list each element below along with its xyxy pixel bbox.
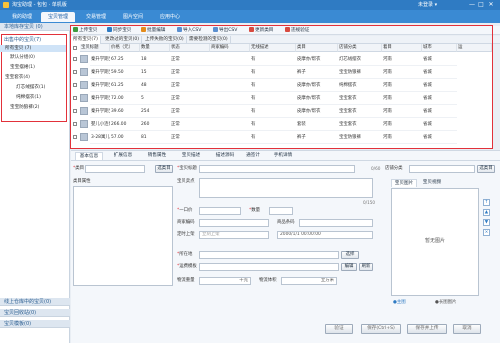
volume-label: 物流体积 [259,278,277,283]
editor-tab-description[interactable]: 宝贝描述 [177,152,205,160]
barcode-label: 商品条码 [277,220,295,225]
editor-tab-stats[interactable]: 通签计 [241,152,265,160]
minimize-button[interactable]: — [468,1,476,8]
selling-items-header[interactable]: 出售中的宝贝(7) [4,36,41,44]
item-template-header[interactable]: 宝贝模板(0) [0,320,70,328]
validate-button[interactable]: 验证 [325,324,353,334]
freight-template-label: 运费模板 [177,263,197,271]
shop-category-input[interactable] [409,165,475,173]
select-category-button[interactable]: 选类目 [155,165,173,173]
tree-item-all[interactable]: 所有宝贝 (7) [0,45,66,52]
category-attr-panel [73,186,173,286]
video-tab[interactable]: 宝贝视频 [419,179,445,187]
editor-tab-mobile[interactable]: 手机详情 [267,152,299,160]
user-menu[interactable]: 未登录 ▾ [418,1,437,8]
item-editor: 基本信息 扩展信息 销售属性 宝贝描述 描述源码 通签计 手机详情 类目 选类目… [71,150,500,343]
main-image-radio[interactable]: ●主图 [393,299,406,307]
app-logo-icon [3,2,9,8]
tree-item-cotton[interactable]: 纯棉摆衣(1) [0,94,66,101]
editor-tab-desc-source[interactable]: 描述源码 [211,152,239,160]
table-highlight [70,25,493,149]
location-label: 所在地 [177,251,192,259]
image-tab[interactable]: 宝贝图片 [391,179,417,187]
merchant-code-input[interactable] [199,219,269,227]
title-input[interactable] [199,165,355,173]
cancel-button[interactable]: 取消 [453,324,481,334]
shop-category-label: 店铺分类 [385,166,403,171]
tree-item-baby-suit[interactable]: 宝宝套衣(4) [0,74,66,81]
category-attr-label: 类目属性 [73,179,91,184]
location-input[interactable] [199,251,339,259]
tree-item-default-group[interactable]: 默认分组(0) [0,54,66,61]
editor-tab-extended[interactable]: 扩展信息 [109,152,137,160]
quantity-input[interactable] [269,207,293,215]
selling-point-char-count: 0/150 [363,200,376,205]
editor-tab-basic[interactable]: 基本信息 [75,152,103,160]
barcode-input[interactable] [299,219,373,227]
nav-tab-my-assistant[interactable]: 我的助理 [6,12,38,22]
volume-input[interactable]: 立方米 [281,277,337,285]
location-select-button[interactable]: 选择 [341,251,359,259]
price-input[interactable] [199,207,241,215]
price-label: 一口价 [177,207,192,215]
image-delete-icon[interactable]: × [483,229,490,236]
category-label: 类目 [73,165,84,173]
local-stock-header[interactable]: 本地库存宝贝 (0) [0,23,70,31]
quantity-label: 数量 [249,207,260,215]
shop-category-button[interactable]: 选类目 [477,165,495,173]
freight-template-select[interactable] [199,263,339,271]
close-button[interactable]: ✕ [487,1,495,8]
save-button[interactable]: 保存(Ctrl+S) [361,324,401,334]
no-image-text: 暂无图片 [424,238,445,244]
left-panel: 本地库存宝贝 (0) 出售中的宝贝(7) 所有宝贝 (7) 默认分组(0) 宝宝… [0,23,70,343]
tree-item-wolf-pants[interactable]: 宝宝防狼裤(2) [0,104,66,111]
long-image-radio[interactable]: ●长图图片 [435,299,456,307]
schedule-label: 定时上架 [177,232,195,237]
save-upload-button[interactable]: 保存并上传 [407,324,447,334]
tree-item-baby-skirt[interactable]: 宝宝摆裙(1) [0,64,66,71]
editor-tab-sales-attr[interactable]: 销售属性 [143,152,171,160]
nav-tab-app-center[interactable]: 应用中心 [154,12,186,22]
window-titlebar: 淘宝助理 - 包包 · 单机版 未登录 ▾ — □ ✕ [0,0,500,10]
title-label: 宝贝标题 [177,165,197,173]
nav-tab-trade-manage[interactable]: 交易管理 [80,12,112,22]
category-input[interactable] [85,165,145,173]
editor-tab-divider [71,160,500,161]
maximize-button[interactable]: □ [477,1,485,8]
window-title: 淘宝助理 - 包包 · 单机版 [12,2,67,8]
schedule-select[interactable]: 立刻上架 [199,231,269,239]
title-char-count: 0/60 [371,166,381,171]
online-warehouse-header[interactable]: 线上仓库中的宝贝(0) [0,298,70,306]
freight-edit-button[interactable]: 编辑 [341,263,357,271]
weight-input[interactable]: 千克 [199,277,251,285]
image-down-icon[interactable]: ▼ [483,219,490,226]
selling-point-label: 宝贝卖点 [177,179,195,184]
image-upload-icon[interactable]: ↑ [483,199,490,206]
selling-point-textarea[interactable] [199,178,373,198]
weight-label: 物流重量 [177,278,195,283]
main-nav: 我的助理 宝贝管理 交易管理 图片空间 应用中心 [0,10,500,23]
image-up-icon[interactable]: ▲ [483,209,490,216]
freight-refresh-button[interactable]: 刷新 [359,263,373,271]
recycle-bin-header[interactable]: 宝贝回收站(0) [0,309,70,317]
nav-tab-item-manage[interactable]: 宝贝管理 [41,12,75,22]
tree-item-corduroy[interactable]: 灯芯绒摆衣(1) [0,84,66,91]
merchant-code-label: 商家编码 [177,220,195,225]
nav-tab-image-space[interactable]: 图片空间 [117,12,149,22]
schedule-date-input[interactable]: 2000/1/1 00:00:00 [277,231,373,239]
